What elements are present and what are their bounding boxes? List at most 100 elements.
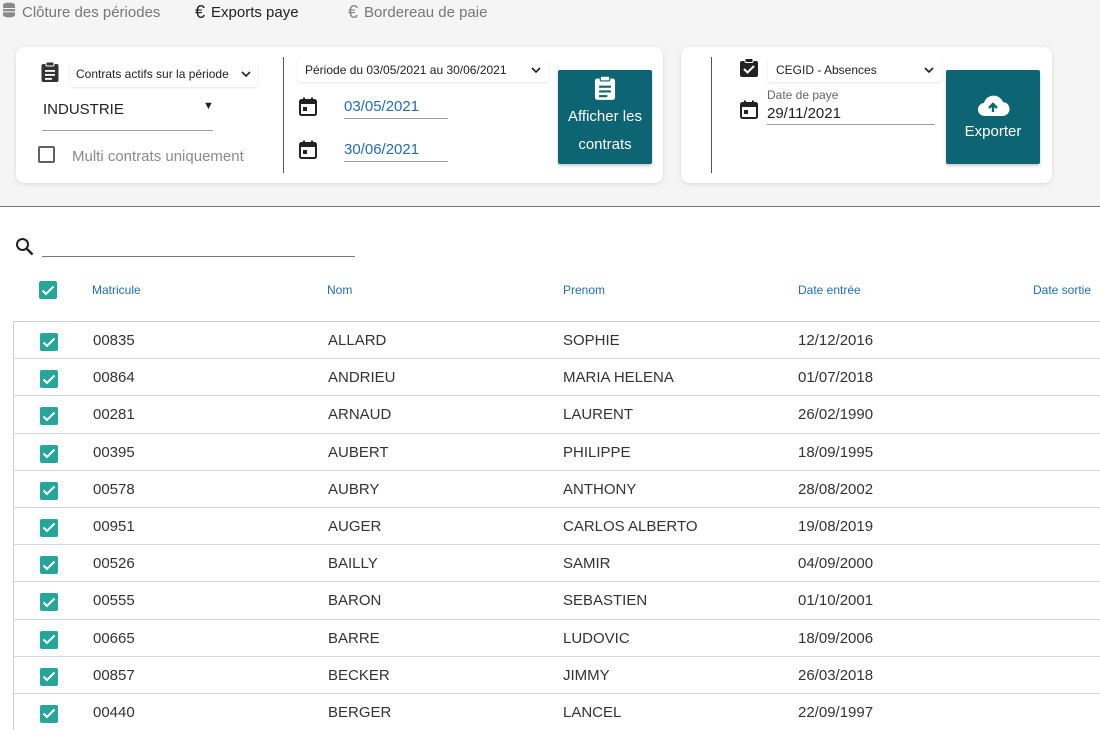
export-button[interactable]: Exporter xyxy=(946,70,1040,164)
checkmark-icon xyxy=(42,374,56,385)
cell-matricule: 00578 xyxy=(93,480,135,498)
table-row[interactable]: 00526 BAILLY SAMIR 04/09/2000 xyxy=(14,545,1100,583)
cell-prenom: LANCEL xyxy=(563,703,622,721)
cell-matricule: 00395 xyxy=(93,443,135,461)
cell-prenom: SEBASTIEN xyxy=(563,592,648,610)
row-checkbox[interactable] xyxy=(40,667,58,686)
checkmark-icon xyxy=(42,337,56,347)
cell-prenom: LUDOVIC xyxy=(563,629,630,647)
row-checkbox[interactable] xyxy=(40,407,58,426)
cell-matricule: 00864 xyxy=(93,369,135,387)
export-format-select[interactable]: CEGID - Absences xyxy=(768,57,942,82)
cell-prenom: MARIA HELENA xyxy=(563,369,674,387)
calendar-icon[interactable] xyxy=(299,140,317,159)
cell-date-entree: 18/09/2006 xyxy=(798,629,874,647)
table-row[interactable]: 00281 ARNAUD LAURENT 26/02/1990 xyxy=(14,396,1100,434)
row-checkbox[interactable] xyxy=(40,704,58,723)
cell-matricule: 00951 xyxy=(93,517,135,535)
cell-matricule: 00440 xyxy=(93,703,135,721)
table-row[interactable]: 00665 BARRE LUDOVIC 18/09/2006 xyxy=(14,620,1100,657)
end-date-field[interactable]: 30/06/2021 xyxy=(344,140,448,162)
row-checkbox[interactable] xyxy=(40,333,58,351)
cell-date-entree: 19/08/2019 xyxy=(798,517,874,535)
table-row[interactable]: 00864 ANDRIEU MARIA HELENA 01/07/2018 xyxy=(14,359,1100,397)
tab-cloture-periodes[interactable]: Clôture des périodes xyxy=(2,2,160,22)
column-header-prenom[interactable]: Prenom xyxy=(563,283,605,297)
cell-prenom: JIMMY xyxy=(563,666,610,684)
sector-select[interactable]: INDUSTRIE ▼ xyxy=(42,98,214,131)
row-checkbox[interactable] xyxy=(40,556,58,575)
sector-value: INDUSTRIE xyxy=(43,101,124,118)
row-checkbox[interactable] xyxy=(40,370,58,389)
show-contracts-button[interactable]: Afficher les contrats xyxy=(558,70,652,164)
search-input[interactable] xyxy=(42,236,355,256)
start-date-field[interactable]: 03/05/2021 xyxy=(344,97,448,119)
contracts-table: 00835 ALLARD SOPHIE 12/12/2016 00864 AND… xyxy=(13,321,1100,730)
column-header-matricule[interactable]: Matricule xyxy=(92,283,141,297)
cell-date-entree: 26/03/2018 xyxy=(798,666,874,684)
cell-prenom: SAMIR xyxy=(563,555,611,573)
checkmark-icon xyxy=(42,709,56,719)
row-checkbox[interactable] xyxy=(40,481,58,500)
row-checkbox[interactable] xyxy=(40,593,58,612)
select-all-checkbox[interactable] xyxy=(39,281,57,299)
tab-label: Clôture des périodes xyxy=(22,3,161,21)
contract-type-value: Contrats actifs sur la période xyxy=(76,67,229,81)
tab-label: Bordereau de paie xyxy=(364,3,488,21)
cloud-upload-icon xyxy=(977,95,1010,116)
cell-nom: AUGER xyxy=(328,517,382,535)
pay-date-label: Date de paye xyxy=(767,88,839,102)
end-date-value: 30/06/2021 xyxy=(344,141,420,158)
table-row[interactable]: 00857 BECKER JIMMY 26/03/2018 xyxy=(14,657,1100,694)
multi-contracts-checkbox[interactable] xyxy=(38,146,55,163)
search-underline xyxy=(42,256,355,257)
column-header-nom[interactable]: Nom xyxy=(327,283,352,297)
table-row[interactable]: 00951 AUGER CARLOS ALBERTO 19/08/2019 xyxy=(14,508,1100,546)
cell-nom: BARON xyxy=(328,592,382,610)
checkmark-icon xyxy=(42,486,56,496)
pay-date-value: 29/11/2021 xyxy=(767,105,841,122)
checkmark-icon xyxy=(42,411,56,422)
euro-icon: € xyxy=(348,1,359,22)
contract-type-select[interactable]: Contrats actifs sur la période xyxy=(70,61,257,87)
show-contracts-label-2: contrats xyxy=(578,136,632,153)
cell-matricule: 00526 xyxy=(93,555,135,573)
table-row[interactable]: 00835 ALLARD SOPHIE 12/12/2016 xyxy=(14,322,1100,360)
export-button-label: Exporter xyxy=(964,122,1022,140)
column-header-date-sortie[interactable]: Date sortie xyxy=(1033,283,1091,297)
tab-exports-paye[interactable]: € Exports paye xyxy=(195,2,299,22)
cell-date-entree: 28/08/2002 xyxy=(798,480,874,498)
search-icon xyxy=(16,238,34,256)
multi-contracts-label: Multi contrats uniquement xyxy=(72,148,244,165)
cell-matricule: 00835 xyxy=(93,332,135,349)
coins-icon xyxy=(2,2,16,23)
cell-nom: BERGER xyxy=(328,703,392,721)
calendar-icon[interactable] xyxy=(299,97,317,116)
checkmark-icon xyxy=(41,285,55,295)
row-checkbox[interactable] xyxy=(40,518,58,537)
export-format-value: CEGID - Absences xyxy=(776,62,877,77)
table-row[interactable]: 00578 AUBRY ANTHONY 28/08/2002 xyxy=(14,471,1100,508)
table-row[interactable]: 00555 BARON SEBASTIEN 01/10/2001 xyxy=(14,582,1100,620)
cell-matricule: 00281 xyxy=(93,406,135,424)
chevron-down-icon xyxy=(531,66,541,73)
tab-bordereau-paie[interactable]: € Bordereau de paie xyxy=(348,2,487,22)
cell-matricule: 00555 xyxy=(93,592,135,610)
column-header-date-entree[interactable]: Date entrée xyxy=(798,283,861,297)
cell-nom: BARRE xyxy=(328,629,380,647)
period-select[interactable]: Période du 03/05/2021 au 30/06/2021 xyxy=(297,57,549,82)
divider xyxy=(283,57,284,173)
cell-prenom: LAURENT xyxy=(563,406,634,424)
clipboard-list-icon xyxy=(594,75,616,100)
table-row[interactable]: 00395 AUBERT PHILIPPE 18/09/1995 xyxy=(14,434,1100,471)
cell-date-entree: 26/02/1990 xyxy=(798,406,874,424)
row-checkbox[interactable] xyxy=(40,444,58,463)
calendar-icon[interactable] xyxy=(740,100,758,119)
table-row[interactable]: 00440 BERGER LANCEL 22/09/1997 xyxy=(14,694,1100,730)
dropdown-arrow-icon: ▼ xyxy=(203,100,214,112)
cell-nom: ALLARD xyxy=(328,332,387,349)
pay-date-field[interactable]: 29/11/2021 xyxy=(767,103,935,125)
top-tab-bar: Clôture des périodes € Exports paye € Bo… xyxy=(0,0,1100,32)
cell-nom: AUBERT xyxy=(328,443,389,461)
row-checkbox[interactable] xyxy=(40,630,58,649)
